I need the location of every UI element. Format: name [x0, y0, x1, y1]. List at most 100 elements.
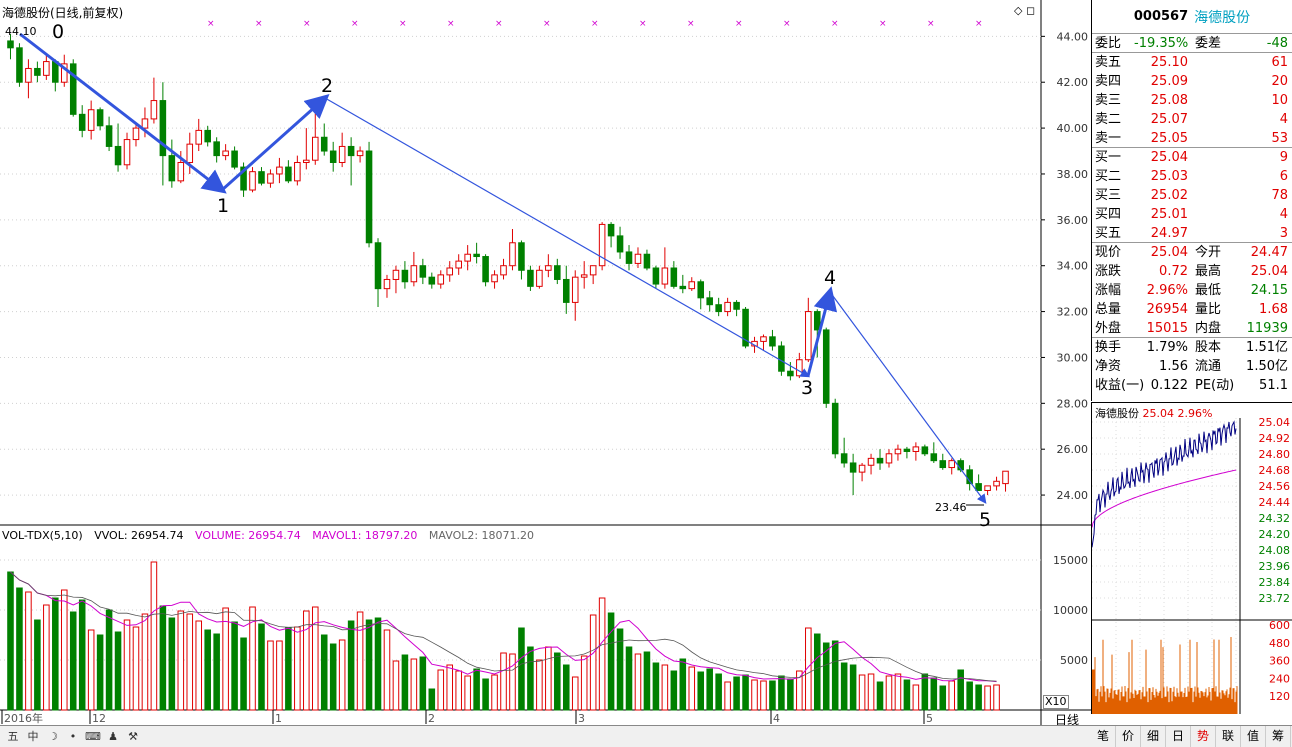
- tab-值[interactable]: 值: [1241, 726, 1266, 747]
- candle-body: [491, 274, 498, 283]
- candle-body: [329, 150, 337, 163]
- user-icon[interactable]: ♟: [104, 729, 122, 745]
- tab-细[interactable]: 细: [1141, 726, 1166, 747]
- webi-value: -19.35%: [1134, 36, 1189, 51]
- date-label: 5: [926, 712, 933, 725]
- candle-body: [616, 235, 624, 253]
- volume-bar: [25, 591, 32, 711]
- level-label: 买二: [1095, 169, 1122, 184]
- volume-bar: [706, 668, 713, 711]
- candle-body: [482, 256, 489, 283]
- sell-level[interactable]: 卖三 25.08 10: [1092, 91, 1292, 110]
- volume-bar: [769, 680, 776, 711]
- volume-bar: [894, 673, 902, 711]
- high-price-marker: 44.10: [5, 25, 37, 38]
- candle-body: [419, 265, 427, 278]
- quote-label-2: 股本: [1195, 340, 1222, 355]
- low-price-marker: 23.46: [935, 501, 967, 514]
- price-axis-label: 34.00: [1057, 260, 1089, 273]
- candle-body: [670, 267, 678, 287]
- level-volume: 53: [1271, 131, 1288, 146]
- wave-label: 4: [824, 267, 836, 289]
- volume-bar: [186, 613, 194, 711]
- quote-row: 收益(一) 0.122 PE(动) 51.1: [1092, 376, 1292, 395]
- volume-bar: [383, 629, 391, 711]
- sell-level[interactable]: 卖一 25.05 53: [1092, 129, 1292, 148]
- volume-bar: [876, 681, 884, 711]
- volume-bar: [598, 597, 606, 711]
- tab-笔[interactable]: 笔: [1091, 726, 1116, 747]
- keyboard-icon[interactable]: ⌨: [84, 729, 102, 745]
- volume-bar: [840, 662, 848, 711]
- volume-bar: [625, 646, 633, 711]
- volume-bar: [849, 664, 857, 711]
- sell-orders: 卖五 25.10 61 卖四 25.09 20 卖三 25.08 10 卖二 25.07 4 卖一 25.…: [1092, 53, 1292, 148]
- quote-label-2: 流通: [1195, 359, 1222, 374]
- buy-level[interactable]: 买五 24.97 3: [1092, 224, 1292, 243]
- moon-icon[interactable]: ☽: [44, 729, 62, 745]
- candle-body: [34, 67, 41, 76]
- volume-bar: [150, 561, 158, 711]
- volume-bar: [912, 684, 920, 711]
- buy-level[interactable]: 买二 25.03 6: [1092, 167, 1292, 186]
- quote-value-2: 1.50亿: [1246, 359, 1288, 374]
- sell-level[interactable]: 卖二 25.07 4: [1092, 110, 1292, 129]
- volume-bar: [78, 599, 86, 711]
- volume-bar: [984, 685, 991, 711]
- wave-label: 2: [321, 75, 333, 97]
- candle-body: [939, 460, 947, 469]
- candle-body: [885, 453, 893, 464]
- webi-label: 委比: [1095, 36, 1122, 51]
- quote-label: 现价: [1095, 245, 1122, 260]
- buy-level[interactable]: 买三 25.02 78: [1092, 186, 1292, 205]
- candle-body: [993, 480, 1000, 487]
- sell-level[interactable]: 卖四 25.09 20: [1092, 72, 1292, 91]
- zhong-icon[interactable]: 中: [24, 729, 42, 745]
- stock-code: 000567: [1133, 9, 1189, 24]
- tab-日[interactable]: 日: [1166, 726, 1191, 747]
- volume-bar: [347, 620, 355, 711]
- candle-body: [509, 242, 516, 267]
- sell-level[interactable]: 卖五 25.10 61: [1092, 53, 1292, 72]
- candle-body: [805, 311, 812, 361]
- volume-bar: [204, 629, 211, 711]
- volume-bar: [715, 673, 722, 711]
- intraday-mini-chart[interactable]: 海德股份 25.04 2.96%: [1091, 402, 1292, 714]
- volume-bar: [536, 659, 543, 711]
- volume-bar: [858, 674, 866, 711]
- tab-势[interactable]: 势: [1191, 726, 1216, 747]
- wecha-value: -48: [1266, 36, 1288, 51]
- wave-label: 5: [979, 509, 991, 531]
- candle-body: [787, 370, 794, 377]
- volume-bar: [661, 664, 669, 711]
- dot-icon[interactable]: •: [64, 729, 82, 745]
- event-marker: ×: [543, 19, 551, 29]
- bottom-bar: 五中 ☽ • ⌨ ♟ ⚒ 笔价细日势联值筹: [0, 725, 1292, 747]
- tab-联[interactable]: 联: [1216, 726, 1241, 747]
- candle-body: [168, 155, 176, 182]
- candle-body: [52, 61, 59, 83]
- quote-row: 现价 25.04 今开 24.47: [1092, 243, 1292, 262]
- buy-level[interactable]: 买四 25.01 4: [1092, 205, 1292, 224]
- volume-value: VOLUME: 26954.74: [195, 529, 301, 542]
- candle-body: [724, 301, 731, 313]
- volume-bar: [500, 652, 507, 711]
- tab-筹[interactable]: 筹: [1266, 726, 1291, 747]
- volume-bar: [473, 668, 480, 711]
- candle-body: [392, 269, 400, 280]
- buy-level[interactable]: 买一 25.04 9: [1092, 148, 1292, 167]
- volume-bar: [392, 660, 400, 711]
- buy-orders: 买一 25.04 9 买二 25.03 6 买三 25.02 78 买四 25.01 4 买五 24.97…: [1092, 148, 1292, 243]
- tool-icon[interactable]: ⚒: [124, 729, 142, 745]
- level-label: 卖四: [1095, 74, 1122, 89]
- level-volume: 9: [1279, 150, 1288, 165]
- five-icon[interactable]: 五: [4, 729, 22, 745]
- quote-value: 2.96%: [1146, 283, 1188, 298]
- volume-bar: [697, 671, 705, 711]
- stock-name: 海德股份: [1194, 9, 1251, 26]
- level-label: 卖三: [1095, 93, 1122, 108]
- volume-bar: [455, 670, 462, 711]
- volume-bar: [491, 674, 498, 711]
- tab-价[interactable]: 价: [1116, 726, 1141, 747]
- candle-body: [455, 260, 462, 269]
